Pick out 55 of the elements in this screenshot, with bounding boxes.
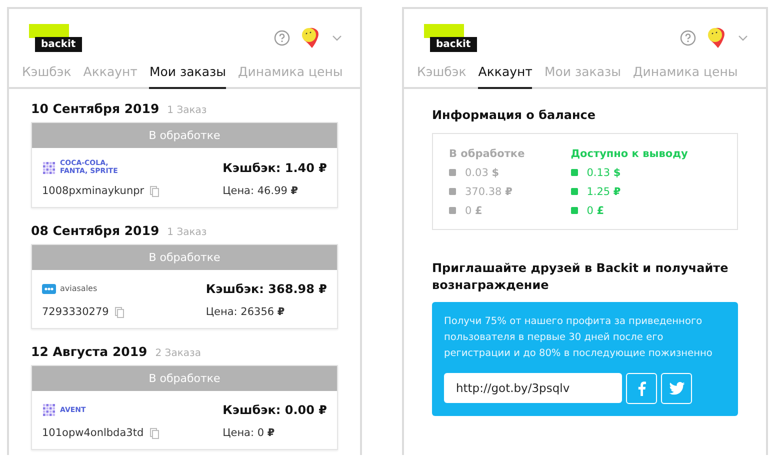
logo[interactable]: backit [29, 24, 82, 52]
cashback-amount: Кэшбэк: 368.98 ₽ [206, 282, 327, 296]
tab[interactable]: Мои заказы [544, 64, 622, 89]
chevron-down-icon[interactable] [332, 35, 342, 41]
section-title: Информация о балансе [432, 107, 596, 124]
tab[interactable]: Мои заказы [149, 64, 226, 89]
balance-amount: 0.03 $ [465, 166, 500, 179]
order-status: В обработке [32, 123, 337, 148]
help-icon[interactable] [274, 30, 290, 46]
order-id: 7293330279 [42, 306, 109, 318]
tab[interactable]: Кэшбэк [22, 64, 72, 89]
logo[interactable]: backit [424, 24, 477, 52]
tab[interactable]: Динамика цены [238, 64, 343, 89]
order-date: 12 Августа 2019 [31, 344, 148, 360]
balance-heading: В обработке [449, 148, 525, 160]
tab[interactable]: Аккаунт [478, 64, 532, 89]
order-price: Цена: 46.99 ₽ [222, 185, 300, 198]
merchant-logo-icon [42, 403, 56, 418]
balance-amount: 1.25 ₽ [586, 186, 621, 198]
twitter-icon [668, 382, 684, 396]
facebook-icon [638, 381, 646, 396]
balance-amount: 0 £ [465, 204, 482, 217]
balance-amount: 0 £ [586, 204, 604, 217]
order-count: 1 Заказ [167, 105, 207, 116]
merchant-logo-icon [42, 160, 56, 175]
tab[interactable]: Кэшбэк [417, 64, 466, 89]
merchant-name: aviasales [60, 284, 98, 294]
order-count: 1 Заказ [167, 227, 207, 238]
copy-icon[interactable] [114, 306, 124, 318]
tab[interactable]: Аккаунт [83, 64, 138, 89]
twitter-button[interactable] [661, 373, 692, 404]
order-price: Цена: 0 ₽ [222, 427, 276, 440]
facebook-button[interactable] [626, 373, 657, 404]
merchant-logo-icon [42, 284, 56, 294]
order-id: 101opw4onlbda3td [42, 427, 144, 440]
order-status: В обработке [32, 366, 337, 392]
order-count: 2 Заказа [155, 348, 201, 360]
order-date: 10 Сентября 2019 [31, 101, 160, 116]
section-title: Приглашайте друзей в Backit и получайте вознаграждение [432, 260, 730, 294]
balance-amount: 0.13 $ [586, 166, 621, 179]
tab[interactable]: Динамика цены [633, 64, 738, 89]
cashback-amount: Кэшбэк: 0.00 ₽ [222, 403, 327, 418]
cashback-amount: Кэшбэк: 1.40 ₽ [222, 160, 327, 175]
order-date: 08 Сентября 2019 [31, 223, 160, 238]
copy-icon[interactable] [150, 186, 160, 197]
order-status: В обработке [32, 245, 337, 270]
chevron-down-icon[interactable] [738, 35, 748, 41]
balance-amount: 370.38 ₽ [465, 186, 512, 198]
copy-icon[interactable] [150, 428, 159, 439]
referral-link-field[interactable]: http://got.by/3psqlv [444, 373, 622, 404]
order-price: Цена: 26356 ₽ [206, 306, 286, 318]
order-id: 1008pxminaykunpr [42, 185, 144, 198]
balance-heading: Доступно к выводу [570, 148, 688, 160]
referral-text: Получи 75% от нашего профита за приведенного пользователя в первые 30 дней после его регистрации и до 80% в последующие пожизненно [444, 315, 714, 361]
help-icon[interactable] [680, 30, 696, 46]
